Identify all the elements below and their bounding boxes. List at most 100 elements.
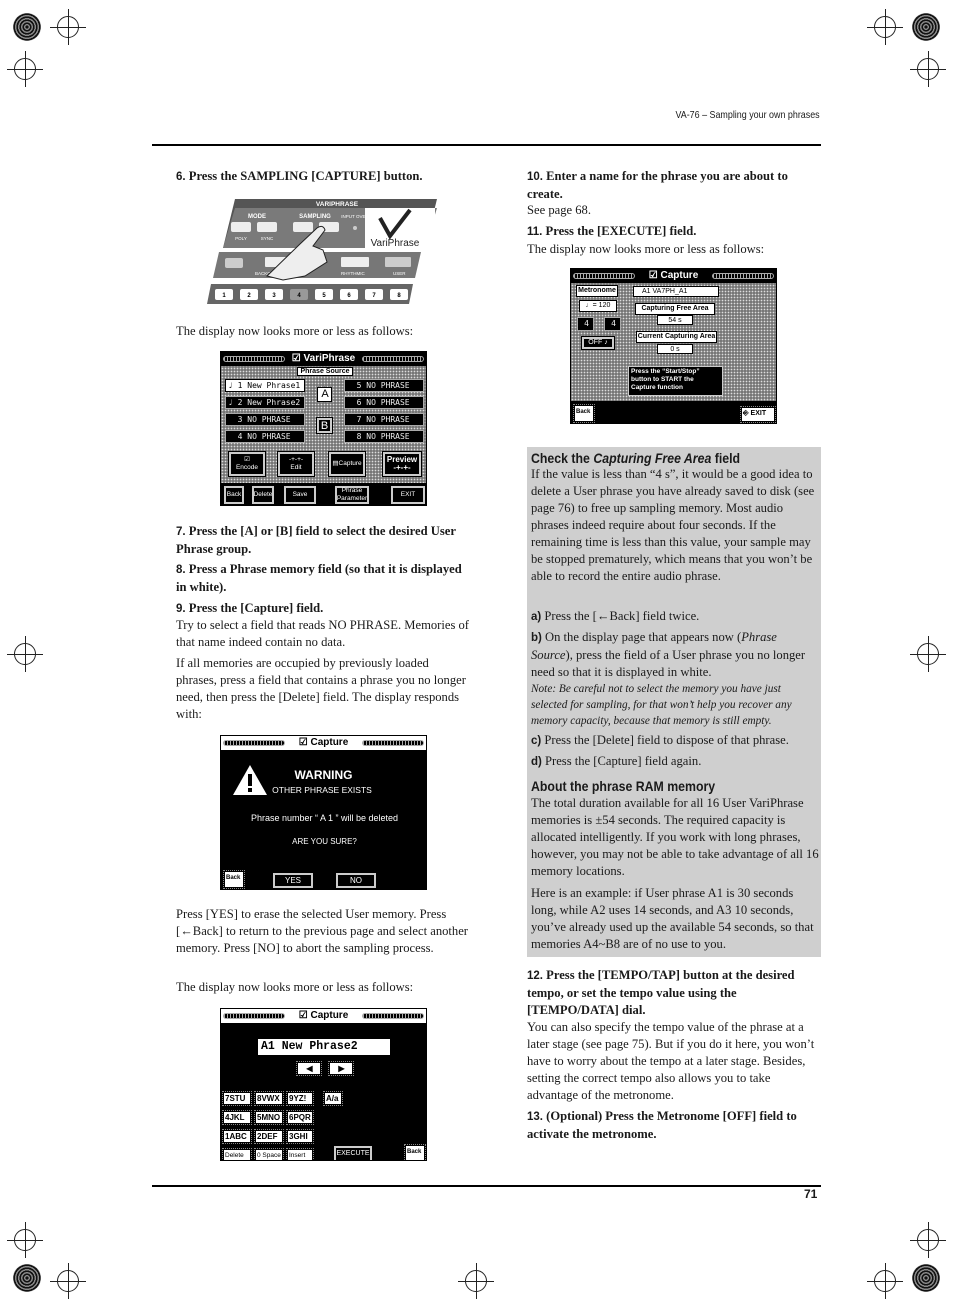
- info-step-b: b) On the display page that appears now …: [531, 630, 806, 679]
- save-button[interactable]: Save: [283, 485, 317, 505]
- group-b-button[interactable]: B: [316, 417, 333, 434]
- delete-button[interactable]: Delete: [251, 485, 275, 505]
- registration-disc: [912, 1264, 940, 1292]
- step-8: 8. Press a Phrase memory field (so that …: [176, 562, 462, 594]
- key-4jkl[interactable]: 4JKL: [222, 1110, 252, 1125]
- key-5mno[interactable]: 5MNO: [254, 1110, 284, 1125]
- phrase-field-6[interactable]: 6 NO PHRASE: [344, 396, 424, 409]
- crop-mark-icon: [7, 1222, 43, 1258]
- phrase-name-field: A1 VA7PH_A1: [633, 286, 719, 297]
- step-10: 10. Enter a name for the phrase you are …: [527, 169, 788, 201]
- header-rule: [152, 144, 821, 146]
- crop-mark-icon: [867, 1263, 903, 1299]
- key-7stu[interactable]: 7STU: [222, 1091, 252, 1106]
- warning-screen: ☑ Capture WARNING OTHER PHRASE EXISTS Ph…: [220, 735, 427, 890]
- info-step-c: c) Press the [Delete] field to dispose o…: [531, 733, 789, 747]
- info-heading-phrase-ram: About the phrase RAM memory: [531, 778, 716, 794]
- exit-button[interactable]: ⎆ EXIT: [740, 406, 776, 423]
- phrase-field-7[interactable]: 7 NO PHRASE: [344, 413, 424, 426]
- yes-instructions: Press [YES] to erase the selected User m…: [176, 907, 468, 955]
- key-8vwx[interactable]: 8VWX: [254, 1091, 284, 1106]
- yes-button[interactable]: YES: [272, 872, 314, 889]
- key-9yz[interactable]: 9YZ!: [286, 1091, 314, 1106]
- key-3ghi[interactable]: 3GHI: [286, 1129, 314, 1144]
- cursor-right-button[interactable]: ▶: [328, 1061, 354, 1076]
- current-capturing-area-value: 0 s: [657, 344, 693, 354]
- preview-button[interactable]: Preview -+-+-: [382, 451, 422, 477]
- footer-rule: [152, 1185, 821, 1187]
- step-9: 9. Press the [Capture] field.: [176, 601, 324, 615]
- crop-mark-icon: [50, 9, 86, 45]
- key-1abc[interactable]: 1ABC: [222, 1129, 252, 1144]
- phrase-field-3[interactable]: 3 NO PHRASE: [225, 413, 305, 426]
- panel-title: VARIPHRASE: [316, 201, 359, 208]
- warning-heading: WARNING: [294, 768, 353, 782]
- metronome-off-button[interactable]: OFF ♪: [581, 336, 615, 350]
- variphrase-logo: VariPhrase: [371, 238, 420, 249]
- key-6pqr[interactable]: 6PQR: [286, 1110, 314, 1125]
- info-paragraph-3: Here is an example: if User phrase A1 is…: [531, 886, 814, 951]
- phrase-field-8[interactable]: 8 NO PHRASE: [344, 430, 424, 443]
- no-button[interactable]: NO: [335, 872, 377, 889]
- group-a-button[interactable]: A: [316, 386, 333, 403]
- warning-message: Phrase number “ A 1 ” will be deleted: [250, 813, 399, 823]
- svg-text:MODE: MODE: [248, 214, 266, 220]
- info-step-a: a) Press the [←Back] field twice.: [531, 609, 700, 623]
- back-button[interactable]: Back: [573, 404, 595, 423]
- capturing-free-area-label: Capturing Free Area: [635, 303, 715, 315]
- case-toggle-key[interactable]: A/a: [323, 1091, 343, 1106]
- info-paragraph-2: The total duration available for all 16 …: [531, 796, 819, 878]
- capture-message: Press the “Start/Stop” button to START t…: [628, 366, 723, 396]
- svg-text:POLY: POLY: [235, 236, 247, 241]
- crop-mark-icon: [867, 9, 903, 45]
- registration-disc: [13, 13, 41, 41]
- display-note-2: The display now looks more or less as fo…: [176, 980, 414, 994]
- phrase-field-1[interactable]: ♩ 1 New Phrase1: [225, 379, 305, 392]
- beat-denominator[interactable]: 4: [604, 317, 621, 331]
- encode-button[interactable]: ☑ Encode: [228, 451, 266, 477]
- phrase-parameter-button[interactable]: Phrase Parameter: [334, 485, 370, 505]
- phrase-field-4[interactable]: 4 NO PHRASE: [225, 430, 305, 443]
- page-number: 71: [804, 1187, 818, 1201]
- step-6: 6. Press the SAMPLING [CAPTURE] button.: [176, 169, 423, 183]
- beat-numerator[interactable]: 4: [577, 317, 594, 331]
- back-button[interactable]: Back: [223, 485, 245, 505]
- crop-mark-icon: [910, 636, 946, 672]
- name-entry-screen: ☑ Capture A1 New Phrase2 ◀ ▶ 7STU 8VWX 9…: [220, 1008, 427, 1161]
- back-button[interactable]: Back: [223, 870, 245, 889]
- phrase-field-2[interactable]: ♩ 2 New Phrase2: [225, 396, 305, 409]
- step-12: 12. Press the [TEMPO/TAP] button at the …: [527, 968, 795, 1017]
- crop-mark-icon: [7, 636, 43, 672]
- insert-key[interactable]: Insert: [286, 1148, 314, 1160]
- capturing-free-area-value: 54 s: [657, 315, 693, 325]
- space-key[interactable]: 0 Space: [254, 1148, 284, 1160]
- phrase-field-5[interactable]: 5 NO PHRASE: [344, 379, 424, 392]
- metronome-label: Metronome: [576, 285, 618, 297]
- display-note-3: The display now looks more or less as fo…: [527, 242, 765, 256]
- warning-question: ARE YOU SURE?: [292, 837, 357, 846]
- cursor-left-button[interactable]: ◀: [296, 1061, 322, 1076]
- edit-button[interactable]: -+-+- Edit: [277, 451, 315, 477]
- running-title: VA-76 – Sampling your own phrases: [675, 109, 820, 121]
- execute-button[interactable]: EXECUTE: [333, 1145, 373, 1160]
- crop-mark-icon: [7, 51, 43, 87]
- capture-button[interactable]: ▤ Capture: [328, 451, 366, 477]
- capture-screen: ☑ Capture Metronome ♩= 120 4 4 OFF ♪ A1 …: [570, 268, 777, 424]
- svg-text:SAMPLING: SAMPLING: [299, 214, 331, 220]
- exit-button[interactable]: EXIT: [390, 485, 426, 505]
- key-2def[interactable]: 2DEF: [254, 1129, 284, 1144]
- svg-text:RHYTHMIC: RHYTHMIC: [341, 271, 365, 276]
- delete-key[interactable]: Delete: [222, 1148, 252, 1160]
- registration-disc: [912, 13, 940, 41]
- variphrase-screen: ☑ VariPhrase Phrase Source ♩ 1 New Phras…: [220, 351, 427, 506]
- back-button[interactable]: Back: [404, 1144, 426, 1160]
- info-paragraph-1: If the value is less than “4 s”, it woul…: [531, 467, 815, 583]
- crop-mark-icon: [458, 1263, 494, 1299]
- phrase-name-input[interactable]: A1 New Phrase2: [258, 1039, 390, 1055]
- step-9-paragraph-1: Try to select a field that reads NO PHRA…: [176, 618, 469, 649]
- registration-disc: [13, 1264, 41, 1292]
- see-page-link[interactable]: See page 68.: [527, 202, 591, 219]
- variphrase-panel-illustration: VARIPHRASE MODE SAMPLING INPUT OVER POLY…: [207, 199, 437, 304]
- phrase-source-label: Phrase Source: [297, 367, 353, 376]
- tempo-field[interactable]: ♩= 120: [579, 300, 617, 312]
